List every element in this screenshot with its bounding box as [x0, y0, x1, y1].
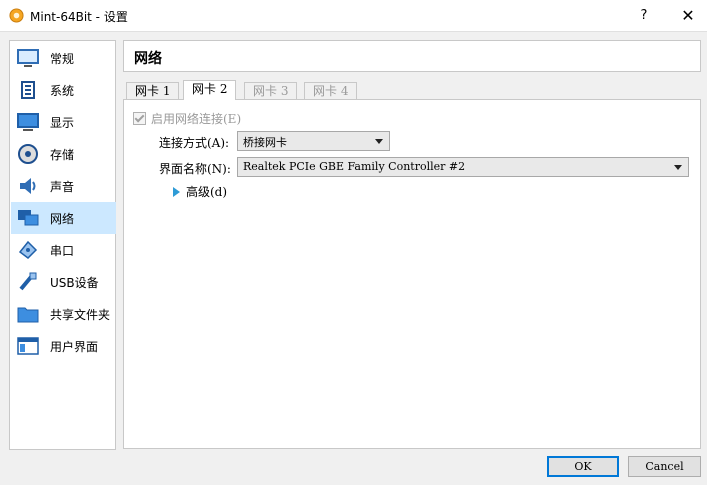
app-icon [9, 8, 24, 23]
sidebar-item-storage[interactable]: 存储 [11, 138, 116, 170]
title-bar: Mint-64Bit - 设置 ? ✕ [0, 0, 707, 32]
sidebar-item-network[interactable]: 网络 [11, 202, 116, 234]
tab-adapter-1[interactable]: 网卡 1 [126, 82, 180, 99]
sidebar-item-general[interactable]: 常规 [11, 42, 116, 74]
close-button[interactable]: ✕ [674, 0, 702, 31]
help-button[interactable]: ? [630, 0, 658, 31]
system-icon [15, 77, 41, 103]
network-icon [15, 205, 41, 231]
enable-adapter-label: 启用网络连接(E) [151, 112, 242, 126]
section-header: 网络 [123, 40, 701, 72]
interface-name-label: 界面名称(N): [159, 162, 231, 176]
usb-icon [15, 269, 41, 295]
general-icon [15, 45, 41, 71]
chevron-down-icon [674, 165, 682, 170]
interface-name-select[interactable]: Realtek PCIe GBE Family Controller #2 [237, 157, 689, 177]
sidebar-item-usb[interactable]: USB设备 [11, 266, 116, 298]
advanced-toggle[interactable]: 高级(d) [173, 183, 227, 200]
audio-icon [15, 173, 41, 199]
chevron-down-icon [375, 139, 383, 144]
expand-arrow-icon [173, 186, 180, 197]
tab-adapter-2[interactable]: 网卡 2 [183, 80, 237, 100]
cancel-button[interactable]: Cancel [628, 456, 701, 477]
tab-adapter-4[interactable]: 网卡 4 [304, 82, 358, 99]
attached-to-select[interactable]: 桥接网卡 [237, 131, 390, 151]
page-title: 网络 [134, 51, 162, 67]
sidebar-item-label: 系统 [50, 83, 75, 98]
sidebar-item-label: 串口 [50, 243, 75, 258]
ok-button[interactable]: OK [547, 456, 619, 477]
sidebar-item-label: 存储 [50, 147, 75, 162]
enable-adapter-checkbox[interactable] [133, 112, 146, 125]
sidebar-item-serial-port[interactable]: 串口 [11, 234, 116, 266]
sidebar-item-system[interactable]: 系统 [11, 74, 116, 106]
settings-sidebar: 常规 系统 显示 存储 声音 网络 串口 USB设备 共享文件夹 用户界面 [9, 40, 116, 450]
interface-name-value: Realtek PCIe GBE Family Controller #2 [243, 160, 466, 173]
sidebar-item-label: 用户界面 [50, 339, 99, 354]
sidebar-item-label: 网络 [50, 211, 75, 226]
sidebar-item-label: 声音 [50, 179, 75, 194]
sidebar-item-label: USB设备 [50, 275, 99, 290]
sidebar-item-label: 显示 [50, 115, 75, 130]
sidebar-item-user-interface[interactable]: 用户界面 [11, 330, 116, 362]
serial-port-icon [15, 237, 41, 263]
sidebar-item-display[interactable]: 显示 [11, 106, 116, 138]
tab-adapter-3[interactable]: 网卡 3 [244, 82, 298, 99]
adapter-panel [123, 99, 701, 449]
attached-to-label: 连接方式(A): [159, 136, 230, 150]
sidebar-item-label: 常规 [50, 51, 75, 66]
sidebar-item-shared-folders[interactable]: 共享文件夹 [11, 298, 116, 330]
shared-folder-icon [15, 301, 41, 327]
user-interface-icon [15, 333, 41, 359]
window-title: Mint-64Bit - 设置 [30, 10, 128, 24]
sidebar-item-label: 共享文件夹 [50, 307, 111, 322]
attached-to-value: 桥接网卡 [243, 136, 287, 149]
enable-adapter-checkbox-row[interactable]: 启用网络连接(E) [133, 110, 241, 127]
display-icon [15, 109, 41, 135]
storage-icon [15, 141, 41, 167]
sidebar-item-audio[interactable]: 声音 [11, 170, 116, 202]
advanced-label: 高级(d) [186, 185, 228, 199]
